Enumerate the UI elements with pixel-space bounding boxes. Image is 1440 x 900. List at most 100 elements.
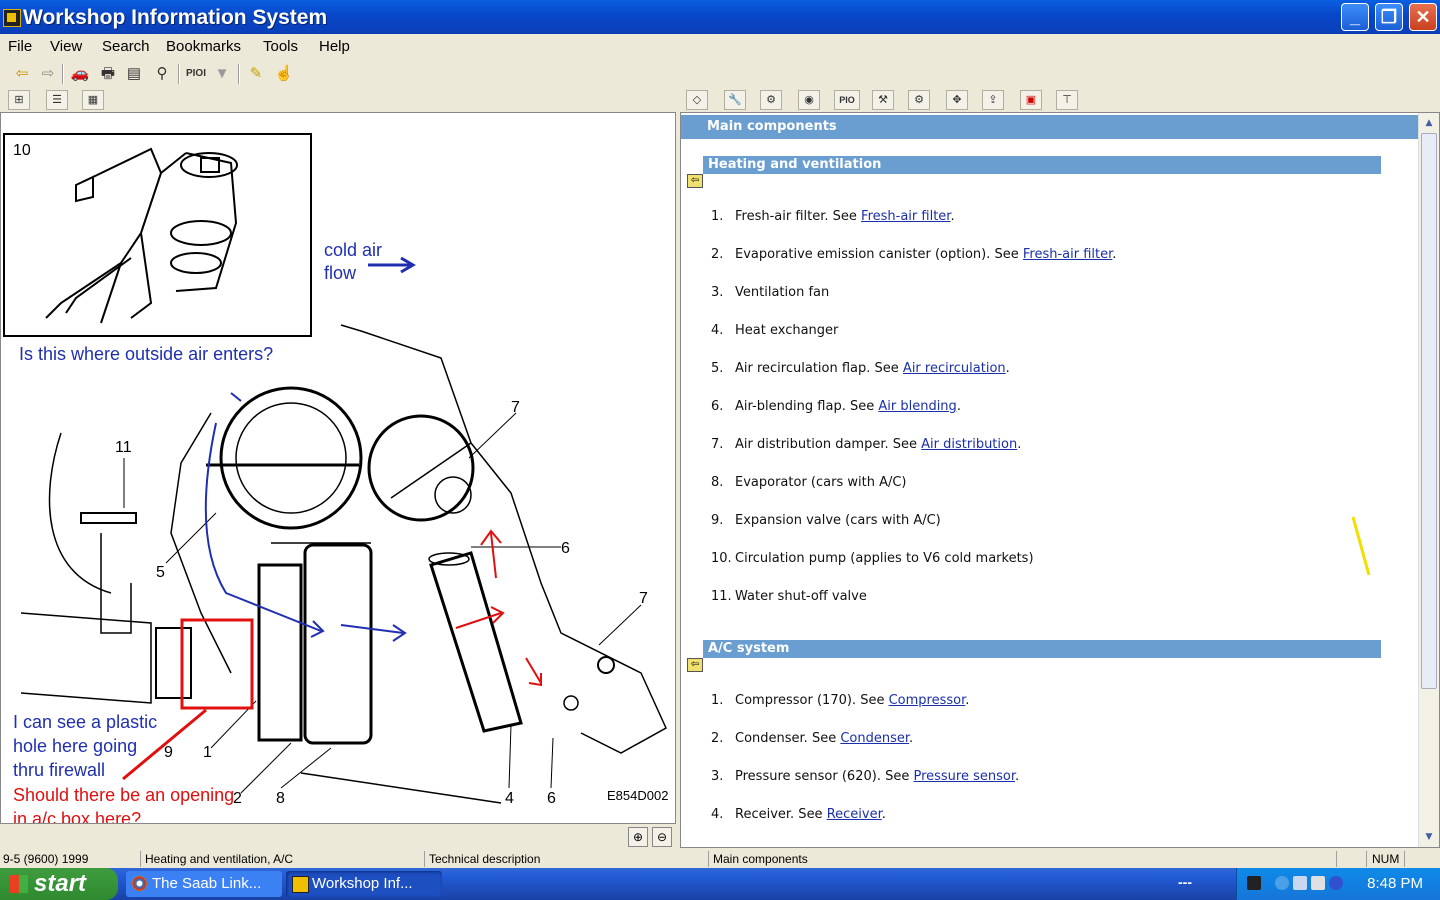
annotation-plastic-1: I can see a plastic (13, 712, 157, 732)
zoom-out-icon[interactable]: ⊖ (652, 827, 672, 847)
callout-1: 1 (203, 744, 212, 761)
tools-icon[interactable]: ⚒ (872, 90, 894, 110)
document-scrollbar[interactable]: ▲ ▼ (1418, 113, 1439, 847)
menu-help[interactable]: Help (319, 38, 350, 55)
monitor-icon[interactable] (1293, 876, 1307, 890)
list-view-icon[interactable]: ☰ (46, 90, 68, 110)
menu-bookmarks[interactable]: Bookmarks (166, 38, 241, 55)
link-compressor[interactable]: Compressor (889, 693, 966, 708)
image-view-icon[interactable]: ▦ (82, 90, 104, 110)
calibration-icon[interactable]: ⚙ (908, 90, 930, 110)
link-fresh-air-filter[interactable]: Fresh-air filter (861, 209, 950, 224)
status-doc-type: Technical description (429, 852, 541, 866)
title-bar: Workshop Information System _ ❐ ✕ (0, 0, 1440, 34)
pencil-icon[interactable]: ✎ (246, 64, 266, 84)
tree-view-icon[interactable]: ⊞ (8, 90, 30, 110)
list-item: 11. Water shut-off valve (711, 589, 867, 604)
document-pane[interactable]: Main components Heating and ventilation … (680, 112, 1440, 848)
red-highlight-box (180, 618, 254, 710)
link-receiver[interactable]: Receiver (827, 807, 882, 822)
status-num-lock: NUM (1372, 852, 1400, 866)
pio-button[interactable]: PIOI (184, 64, 208, 84)
link-pressure-sensor[interactable]: Pressure sensor (913, 769, 1015, 784)
menu-view[interactable]: View (50, 38, 82, 55)
move-icon[interactable]: ✥ (946, 90, 968, 110)
binoculars-icon[interactable]: ⚲ (152, 64, 172, 84)
annotation-cold-air-flow: flow (324, 263, 357, 283)
menu-tools[interactable]: Tools (263, 38, 298, 55)
link-air-recirculation[interactable]: Air recirculation (903, 361, 1006, 376)
list-item: 7. Air distribution damper. See Air distr… (711, 437, 1022, 452)
back-arrow-icon[interactable]: ⇦ (12, 64, 32, 84)
power-icon[interactable] (1247, 876, 1261, 890)
back-to-top-icon[interactable]: ⇦ (687, 658, 703, 672)
link-air-distribution[interactable]: Air distribution (921, 437, 1017, 452)
list-item: 5. Air recirculation flap. See Air recirc… (711, 361, 1010, 376)
heating-ventilation-diagram: 10 cold air flow Is this where outside a… (3, 133, 668, 824)
annotation-cold-air: cold air (324, 240, 382, 260)
status-model: 9-5 (9600) 1999 (3, 852, 89, 866)
callout-9: 9 (164, 744, 173, 761)
wrench-icon[interactable]: 🔧 (724, 90, 746, 110)
link-condenser[interactable]: Condenser (840, 731, 909, 746)
car-icon[interactable]: 🚗 (70, 64, 90, 84)
close-button[interactable]: ✕ (1409, 3, 1437, 31)
gears-icon[interactable]: ⚙ (760, 90, 782, 110)
list-item: 1. Fresh-air filter. See Fresh-air filter… (711, 209, 955, 224)
print-icon[interactable]: 🖶 (98, 64, 118, 84)
scroll-thumb[interactable] (1421, 133, 1437, 689)
app-icon (3, 9, 21, 27)
menu-bar: File View Search Bookmarks Tools Help (0, 34, 1440, 58)
callout-6-bottom: 6 (547, 790, 556, 807)
list-item: 2. Condenser. See Condenser. (711, 731, 914, 746)
shield-icon[interactable]: ◇ (686, 90, 708, 110)
taskbar-item-saab-link[interactable]: The Saab Link... (126, 871, 282, 897)
callout-leaders (123, 412, 642, 794)
menu-file[interactable]: File (8, 38, 32, 55)
pio-tab-button[interactable]: PIO (834, 90, 860, 110)
zoom-in-icon[interactable]: ⊕ (628, 827, 648, 847)
annotation-opening-2: in a/c box here? (13, 809, 141, 824)
diagram-pane[interactable]: 10 cold air flow Is this where outside a… (0, 112, 676, 824)
window-title: Workshop Information System (23, 6, 328, 29)
forward-arrow-icon[interactable]: ⇨ (38, 64, 58, 84)
list-item: 9. Expansion valve (cars with A/C) (711, 513, 941, 528)
menu-search[interactable]: Search (102, 38, 150, 55)
filter-icon[interactable]: ▼ (212, 64, 232, 84)
network-icon[interactable] (1275, 876, 1289, 890)
clock: 8:48 PM (1367, 875, 1423, 892)
bulletin-icon[interactable]: ▣ (1020, 90, 1042, 110)
tray-dashes: --- (1178, 874, 1192, 890)
callout-5: 5 (156, 564, 165, 581)
annotation-outside-air: Is this where outside air enters? (19, 344, 273, 364)
list-item: 2. Evaporative emission canister (option)… (711, 247, 1117, 262)
hammer-icon[interactable]: ⊤ (1056, 90, 1078, 110)
list-item: 8. Evaporator (cars with A/C) (711, 475, 907, 490)
callout-7-right: 7 (639, 590, 648, 607)
scroll-up-icon[interactable]: ▲ (1421, 115, 1437, 131)
pointer-icon[interactable]: ☝ (274, 64, 294, 84)
bluetooth-icon[interactable] (1329, 876, 1343, 890)
list-item: 4. Receiver. See Receiver. (711, 807, 886, 822)
document-header: Main components (681, 115, 1419, 139)
callout-4: 4 (505, 790, 514, 807)
list-item: 1. Compressor (170). See Compressor. (711, 693, 970, 708)
list-item: 3. Pressure sensor (620). See Pressure se… (711, 769, 1020, 784)
scroll-down-icon[interactable]: ▼ (1421, 829, 1437, 845)
toolbar-separator (238, 64, 240, 84)
document-icon[interactable]: ▤ (124, 64, 144, 84)
link-air-blending[interactable]: Air blending (878, 399, 956, 414)
list-item: 10. Circulation pump (applies to V6 cold … (711, 551, 1034, 566)
engine-icon[interactable]: ◉ (798, 90, 820, 110)
cold-air-arrow (368, 256, 416, 274)
export-icon[interactable]: ⇪ (982, 90, 1004, 110)
status-doc-title: Main components (713, 852, 808, 866)
link-fresh-air-filter-2[interactable]: Fresh-air filter (1023, 247, 1112, 262)
start-button[interactable]: start (0, 868, 118, 900)
back-to-top-icon[interactable]: ⇦ (687, 174, 703, 188)
taskbar-item-workshop[interactable]: Workshop Inf... (286, 871, 442, 897)
minimize-button[interactable]: _ (1341, 3, 1369, 31)
speaker-icon[interactable] (1311, 876, 1325, 890)
section-ac-system: A/C system (703, 640, 1381, 658)
maximize-button[interactable]: ❐ (1375, 3, 1403, 31)
